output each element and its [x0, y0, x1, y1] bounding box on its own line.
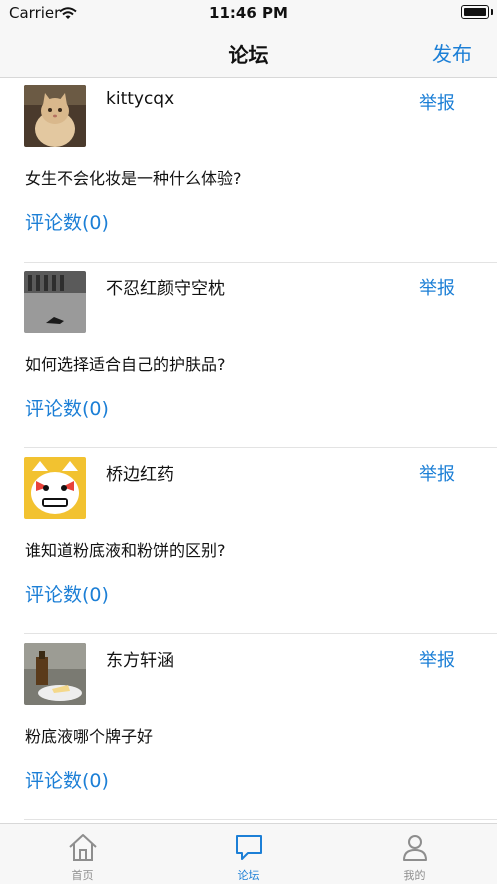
battery-cap	[491, 9, 493, 15]
post-username: 不忍红颜守空枕	[106, 279, 225, 299]
tab-label: 论坛	[237, 869, 260, 882]
report-button[interactable]: 举报	[419, 274, 455, 300]
chat-bubble-icon	[234, 832, 264, 866]
status-bar: Carrier 11:46 PM	[0, 0, 497, 26]
person-icon	[400, 832, 430, 866]
status-time: 11:46 PM	[209, 4, 288, 22]
publish-button[interactable]: 发布	[432, 38, 472, 67]
post-username: kittycqx	[106, 89, 175, 109]
avatar[interactable]	[24, 643, 86, 705]
post-question[interactable]: 女生不会化妆是一种什么体验?	[25, 165, 242, 189]
post-question[interactable]: 如何选择适合自己的护肤品?	[25, 351, 226, 375]
report-button[interactable]: 举报	[419, 460, 455, 486]
navigation-bar: 论坛 发布	[0, 26, 497, 78]
divider	[24, 447, 497, 448]
home-icon	[67, 832, 99, 866]
tab-bar: 首页 论坛 我的	[0, 823, 497, 884]
battery-icon	[461, 5, 489, 19]
post-question[interactable]: 粉底液哪个牌子好	[25, 723, 153, 747]
post-item: 桥边红药 举报 谁知道粉底液和粉饼的区别? 评论数(0)	[0, 449, 497, 634]
divider	[24, 633, 497, 634]
report-button[interactable]: 举报	[419, 646, 455, 672]
tab-forum[interactable]: 论坛	[166, 824, 331, 884]
page-title: 论坛	[228, 43, 269, 67]
comment-count-link[interactable]: 评论数(0)	[25, 394, 109, 421]
tab-home[interactable]: 首页	[0, 824, 165, 884]
comment-count-link[interactable]: 评论数(0)	[25, 208, 109, 235]
tab-label: 我的	[403, 869, 426, 882]
comment-count-link[interactable]: 评论数(0)	[25, 580, 109, 607]
divider	[24, 819, 497, 820]
forum-feed[interactable]: kittycqx 举报 女生不会化妆是一种什么体验? 评论数(0) 不忍红颜守空…	[0, 78, 497, 823]
avatar[interactable]	[24, 457, 86, 519]
post-username: 东方轩涵	[106, 651, 174, 671]
post-username: 桥边红药	[106, 465, 174, 485]
post-item: kittycqx 举报 女生不会化妆是一种什么体验? 评论数(0)	[0, 78, 497, 263]
post-item: 不忍红颜守空枕 举报 如何选择适合自己的护肤品? 评论数(0)	[0, 263, 497, 448]
comment-count-link[interactable]: 评论数(0)	[25, 766, 109, 793]
report-button[interactable]: 举报	[419, 89, 455, 115]
tab-label: 首页	[71, 869, 94, 882]
avatar[interactable]	[24, 85, 86, 147]
post-question[interactable]: 谁知道粉底液和粉饼的区别?	[25, 537, 226, 561]
tab-mine[interactable]: 我的	[332, 824, 497, 884]
post-item: 东方轩涵 举报 粉底液哪个牌子好 评论数(0)	[0, 635, 497, 820]
avatar[interactable]	[24, 271, 86, 333]
